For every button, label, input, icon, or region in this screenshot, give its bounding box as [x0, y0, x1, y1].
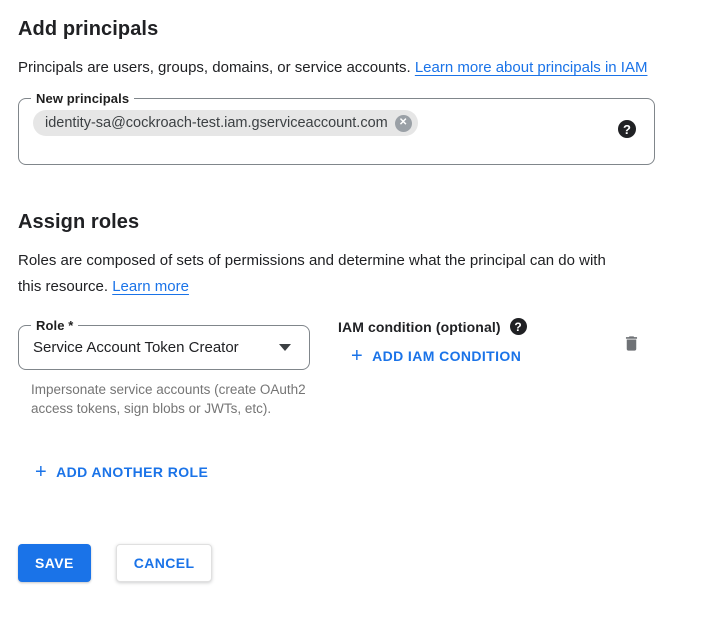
role-row: Role * Service Account Token Creator Imp… [18, 318, 695, 418]
add-iam-condition-label: ADD IAM CONDITION [372, 348, 521, 364]
plus-icon: + [351, 348, 363, 364]
page-title: Add principals [18, 16, 695, 42]
learn-more-principals-link[interactable]: Learn more about principals in IAM [415, 59, 648, 76]
save-button[interactable]: SAVE [18, 544, 91, 582]
iam-condition-label-row: IAM condition (optional) ? [338, 318, 527, 335]
new-principals-help-icon[interactable]: ? [618, 120, 636, 138]
add-principals-panel: Add principals Principals are users, gro… [0, 0, 713, 582]
role-column: Role * Service Account Token Creator Imp… [18, 318, 312, 418]
assign-roles-description-text: Roles are composed of sets of permission… [18, 252, 606, 295]
assign-roles-title: Assign roles [18, 209, 695, 235]
help-glyph: ? [514, 320, 521, 334]
principals-description: Principals are users, groups, domains, o… [18, 55, 678, 81]
add-iam-condition-button[interactable]: + ADD IAM CONDITION [345, 344, 527, 368]
dropdown-arrow-icon [279, 344, 291, 351]
principals-description-text: Principals are users, groups, domains, o… [18, 59, 415, 76]
new-principals-label: New principals [31, 91, 134, 106]
new-principals-input-area[interactable]: identity-sa@cockroach-test.iam.gservicea… [31, 106, 642, 164]
action-buttons-row: SAVE CANCEL [18, 544, 695, 582]
add-another-role-button[interactable]: + ADD ANOTHER ROLE [29, 460, 214, 484]
chip-remove-button[interactable]: ✕ [395, 115, 412, 132]
help-glyph: ? [623, 122, 631, 137]
iam-condition-column: IAM condition (optional) ? + ADD IAM CON… [338, 318, 527, 368]
role-select-label: Role * [31, 318, 78, 333]
principal-chip: identity-sa@cockroach-test.iam.gservicea… [33, 110, 418, 136]
role-select[interactable]: Role * Service Account Token Creator [18, 318, 310, 370]
iam-condition-help-icon[interactable]: ? [510, 318, 527, 335]
role-select-value: Service Account Token Creator [33, 339, 239, 356]
close-icon: ✕ [399, 118, 407, 128]
delete-role-button[interactable] [620, 331, 643, 359]
cancel-button[interactable]: CANCEL [116, 544, 213, 582]
add-another-role-label: ADD ANOTHER ROLE [56, 464, 208, 480]
role-helper-text: Impersonate service accounts (create OAu… [31, 380, 311, 418]
trash-icon [622, 342, 641, 357]
iam-condition-label: IAM condition (optional) [338, 319, 501, 335]
add-another-role-wrap: + ADD ANOTHER ROLE [29, 460, 695, 484]
principal-chip-text: identity-sa@cockroach-test.iam.gservicea… [45, 114, 388, 132]
role-select-value-row[interactable]: Service Account Token Creator [31, 333, 297, 369]
new-principals-field[interactable]: New principals identity-sa@cockroach-tes… [18, 91, 655, 165]
learn-more-roles-link[interactable]: Learn more [112, 278, 189, 295]
plus-icon: + [35, 464, 47, 480]
assign-roles-description: Roles are composed of sets of permission… [18, 248, 622, 300]
